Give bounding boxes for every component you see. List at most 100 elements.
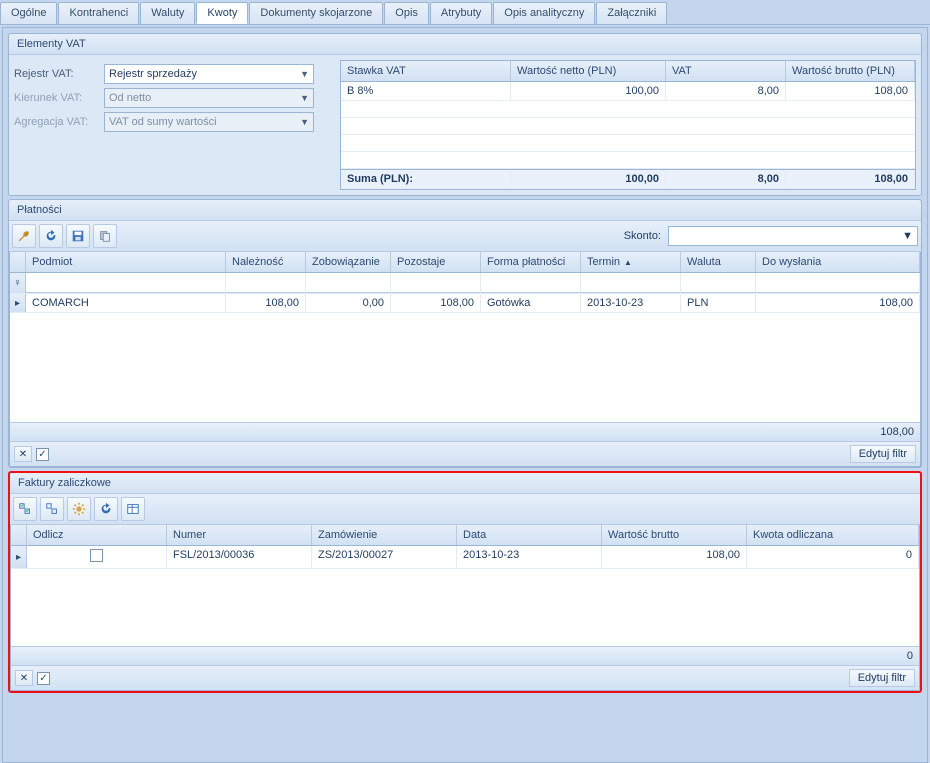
vat-aggregation-value: VAT od sumy wartości: [109, 116, 217, 128]
pay-cell-remaining: 108,00: [391, 294, 481, 312]
pay-col-remaining[interactable]: Pozostaje: [391, 252, 481, 272]
edit-filter-button[interactable]: Edytuj filtr: [849, 669, 915, 687]
skonto-combo[interactable]: ▼: [668, 226, 918, 246]
vat-register-value: Rejestr sprzedaży: [109, 68, 197, 80]
vat-row[interactable]: B 8% 100,00 8,00 108,00: [341, 82, 915, 101]
table-icon: [126, 502, 140, 516]
vat-sum-net: 100,00: [511, 170, 666, 188]
vat-col-vat[interactable]: VAT: [666, 61, 786, 81]
check-all-icon: [18, 502, 32, 516]
payments-row[interactable]: ▸ COMARCH 108,00 0,00 108,00 Gotówka 201…: [10, 294, 920, 313]
adv-col-gross[interactable]: Wartość brutto: [602, 525, 747, 545]
chevron-down-icon: ▼: [300, 69, 309, 79]
vat-direction-value: Od netto: [109, 92, 151, 104]
tab-kontrahenci[interactable]: Kontrahenci: [58, 2, 139, 24]
row-indicator-header: [11, 525, 27, 545]
advance-row[interactable]: ▸ FSL/2013/00036 ZS/2013/00027 2013-10-2…: [11, 546, 919, 569]
row-indicator: ▸: [10, 294, 26, 312]
deduct-checkbox[interactable]: [90, 549, 103, 562]
advance-toolbar: [10, 494, 920, 525]
row-indicator: ▸: [11, 546, 27, 568]
wrench-icon: [17, 229, 31, 243]
adv-col-order[interactable]: Zamówienie: [312, 525, 457, 545]
tab-zalaczniki[interactable]: Załączniki: [596, 2, 667, 24]
skonto-label: Skonto:: [624, 230, 661, 242]
adv-col-deducted[interactable]: Kwota odliczana: [747, 525, 919, 545]
adv-cell-number: FSL/2013/00036: [167, 546, 312, 568]
payments-bottom-bar: ✕ Edytuj filtr: [10, 441, 920, 466]
pay-col-tosend[interactable]: Do wysłania: [756, 252, 920, 272]
pay-cell-subject: COMARCH: [26, 294, 226, 312]
save-button[interactable]: [66, 224, 90, 248]
payments-footer: 108,00: [10, 422, 920, 441]
close-filter-button[interactable]: ✕: [14, 446, 32, 462]
refresh-button[interactable]: [39, 224, 63, 248]
advance-bottom-bar: ✕ Edytuj filtr: [11, 665, 919, 690]
filter-checkbox[interactable]: [37, 672, 50, 685]
table-view-button[interactable]: [121, 497, 145, 521]
chevron-down-icon: ▼: [902, 230, 913, 242]
advance-invoices-groupbox: Faktury zaliczkowe Odlicz Numer Zamówien…: [8, 471, 922, 693]
vat-col-net[interactable]: Wartość netto (PLN): [511, 61, 666, 81]
tab-kwoty[interactable]: Kwoty: [196, 2, 248, 24]
tab-opis[interactable]: Opis: [384, 2, 429, 24]
vat-sum-vat: 8,00: [666, 170, 786, 188]
vat-cell-gross: 108,00: [786, 82, 915, 100]
pay-col-currency[interactable]: Waluta: [681, 252, 756, 272]
adv-col-date[interactable]: Data: [457, 525, 602, 545]
pay-col-due[interactable]: Należność: [226, 252, 306, 272]
advance-footer: 0: [11, 646, 919, 665]
pay-cell-term: 2013-10-23: [581, 294, 681, 312]
copy-icon: [98, 229, 112, 243]
tab-ogolne[interactable]: Ogólne: [0, 2, 57, 24]
vat-form: Rejestr VAT: Rejestr sprzedaży ▼ Kierune…: [14, 60, 334, 190]
tab-waluty[interactable]: Waluty: [140, 2, 195, 24]
vat-sum-gross: 108,00: [786, 170, 915, 188]
disk-icon: [71, 229, 85, 243]
pay-col-subject[interactable]: Podmiot: [26, 252, 226, 272]
window: Ogólne Kontrahenci Waluty Kwoty Dokument…: [0, 0, 930, 762]
refresh-icon: [44, 229, 58, 243]
vat-col-gross[interactable]: Wartość brutto (PLN): [786, 61, 915, 81]
vat-col-rate[interactable]: Stawka VAT: [341, 61, 511, 81]
refresh-icon: [99, 502, 113, 516]
vat-title: Elementy VAT: [9, 34, 921, 55]
adv-col-deduct[interactable]: Odlicz: [27, 525, 167, 545]
adv-cell-deducted: 0: [747, 546, 919, 568]
deselect-all-button[interactable]: [40, 497, 64, 521]
vat-cell-vat: 8,00: [666, 82, 786, 100]
tab-dokumenty-skojarzone[interactable]: Dokumenty skojarzone: [249, 2, 383, 24]
payments-filter-row[interactable]: ♀: [10, 273, 920, 294]
wrench-button[interactable]: [12, 224, 36, 248]
select-all-button[interactable]: [13, 497, 37, 521]
adv-cell-gross: 108,00: [602, 546, 747, 568]
row-indicator-header: [10, 252, 26, 272]
adv-col-number[interactable]: Numer: [167, 525, 312, 545]
adv-cell-order: ZS/2013/00027: [312, 546, 457, 568]
filter-checkbox[interactable]: [36, 448, 49, 461]
pay-cell-liability: 0,00: [306, 294, 391, 312]
gear-icon: [72, 502, 86, 516]
vat-cell-net: 100,00: [511, 82, 666, 100]
pay-col-liability[interactable]: Zobowiązanie: [306, 252, 391, 272]
tab-atrybuty[interactable]: Atrybuty: [430, 2, 492, 24]
vat-sum-row: Suma (PLN): 100,00 8,00 108,00: [341, 169, 915, 189]
gear-button[interactable]: [67, 497, 91, 521]
adv-cell-date: 2013-10-23: [457, 546, 602, 568]
vat-grid: Stawka VAT Wartość netto (PLN) VAT Warto…: [340, 60, 916, 190]
edit-filter-button[interactable]: Edytuj filtr: [850, 445, 916, 463]
adv-cell-deduct[interactable]: [27, 546, 167, 568]
pay-cell-tosend: 108,00: [756, 294, 920, 312]
close-filter-button[interactable]: ✕: [15, 670, 33, 686]
vat-register-combo[interactable]: Rejestr sprzedaży ▼: [104, 64, 314, 84]
copy-button[interactable]: [93, 224, 117, 248]
pay-cell-currency: PLN: [681, 294, 756, 312]
chevron-down-icon: ▼: [300, 117, 309, 127]
refresh-button-2[interactable]: [94, 497, 118, 521]
vat-aggregation-label: Agregacja VAT:: [14, 116, 104, 128]
sort-asc-icon: ▲: [624, 258, 632, 267]
tab-opis-analityczny[interactable]: Opis analityczny: [493, 2, 595, 24]
vat-direction-label: Kierunek VAT:: [14, 92, 104, 104]
pay-col-term[interactable]: Termin▲: [581, 252, 681, 272]
pay-col-form[interactable]: Forma płatności: [481, 252, 581, 272]
